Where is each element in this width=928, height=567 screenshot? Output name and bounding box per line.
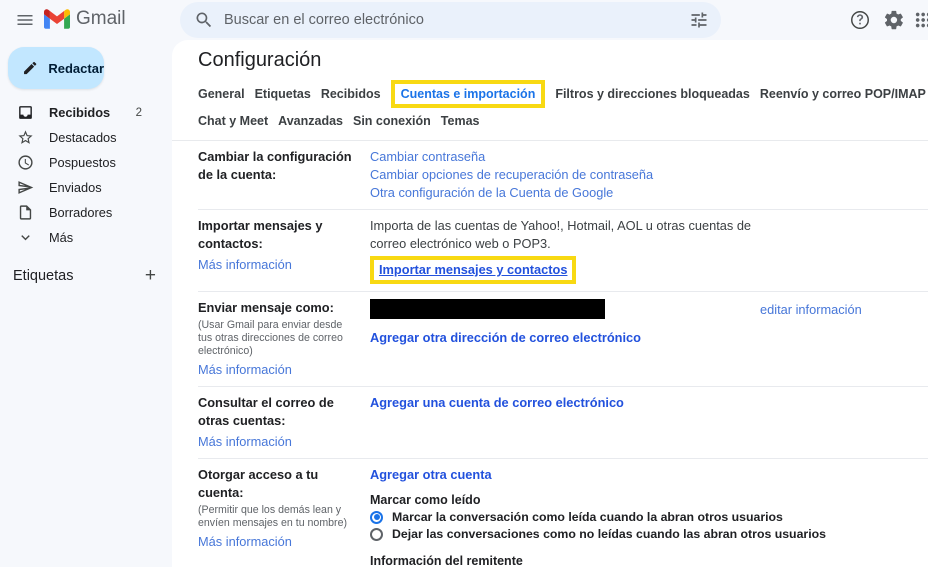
- radio-label: Marcar la conversación como leída cuando…: [392, 510, 783, 524]
- more-info-link[interactable]: Más información: [198, 361, 292, 379]
- add-label-button[interactable]: +: [145, 267, 156, 285]
- annotation-highlight-box: Importar mensajes y contactos: [370, 256, 576, 284]
- inbox-icon: [17, 104, 34, 121]
- section-check-mail: Consultar el correo de otras cuentas: Má…: [198, 387, 928, 459]
- section-grant-access: Otorgar acceso a tu cuenta: (Permitir qu…: [198, 459, 928, 567]
- section-note: (Usar Gmail para enviar desde tus otras …: [198, 319, 356, 358]
- sidebar-item-label: Enviados: [49, 180, 102, 195]
- sidebar-item-mas[interactable]: Más: [0, 225, 168, 250]
- sidebar: Redactar Recibidos 2 Destacados Pospuest…: [0, 40, 172, 567]
- sidebar-item-label: Recibidos: [49, 105, 110, 120]
- search-input[interactable]: [224, 12, 689, 28]
- section-label: Cambiar la configuración de la cuenta:: [198, 148, 356, 184]
- import-description: Importa de las cuentas de Yahoo!, Hotmai…: [370, 217, 760, 253]
- labels-heading: Etiquetas: [13, 268, 73, 284]
- pencil-icon: [22, 59, 38, 77]
- redacted-email-bar: [370, 299, 605, 319]
- add-another-account-link[interactable]: Agregar otra cuenta: [370, 466, 492, 483]
- gmail-logo: [44, 9, 70, 29]
- import-messages-link[interactable]: Importar mensajes y contactos: [379, 261, 567, 278]
- google-account-settings-link[interactable]: Otra configuración de la Cuenta de Googl…: [370, 184, 613, 202]
- app-title: Gmail: [76, 8, 126, 30]
- settings-main: Configuración General Etiquetas Recibido…: [172, 40, 928, 567]
- settings-tabs-row-2: Chat y Meet Avanzadas Sin conexión Temas: [198, 113, 928, 129]
- sender-info-heading: Información del remitente: [370, 553, 760, 567]
- more-info-link[interactable]: Más información: [198, 533, 292, 551]
- section-account-settings: Cambiar la configuración de la cuenta: C…: [198, 141, 928, 210]
- tab-reenvio-pop-imap[interactable]: Reenvío y correo POP/IMAP: [760, 87, 926, 101]
- topbar: Gmail: [0, 0, 928, 40]
- unread-count: 2: [136, 107, 142, 119]
- tab-avanzadas[interactable]: Avanzadas: [278, 114, 343, 128]
- tab-sin-conexion[interactable]: Sin conexión: [353, 114, 431, 128]
- labels-section-header: Etiquetas +: [0, 262, 168, 290]
- tab-recibidos[interactable]: Recibidos: [321, 87, 381, 101]
- radio-option: Dejar las conversaciones como no leídas …: [370, 526, 760, 542]
- sidebar-item-destacados[interactable]: Destacados: [0, 125, 168, 150]
- section-send-mail-as: Enviar mensaje como: (Usar Gmail para en…: [198, 292, 928, 387]
- compose-button[interactable]: Redactar: [8, 47, 104, 89]
- section-import: Importar mensajes y contactos: Más infor…: [198, 210, 928, 292]
- clock-icon: [17, 154, 34, 171]
- sidebar-item-label: Más: [49, 230, 73, 245]
- settings-tabs-row-1: General Etiquetas Recibidos Cuentas e im…: [198, 86, 928, 102]
- sidebar-item-borradores[interactable]: Borradores: [0, 200, 168, 225]
- search-icon[interactable]: [194, 10, 214, 30]
- tab-filtros[interactable]: Filtros y direcciones bloqueadas: [555, 87, 750, 101]
- sidebar-nav: Recibidos 2 Destacados Pospuestos Enviad…: [0, 100, 168, 250]
- draft-icon: [17, 204, 34, 221]
- sidebar-item-label: Destacados: [49, 130, 117, 145]
- more-info-link[interactable]: Más información: [198, 433, 292, 451]
- add-email-address-link[interactable]: Agregar otra dirección de correo electró…: [370, 329, 641, 346]
- apps-grid-icon[interactable]: [914, 9, 928, 31]
- add-mail-account-link[interactable]: Agregar una cuenta de correo electrónico: [370, 394, 624, 411]
- hamburger-menu-icon[interactable]: [13, 8, 37, 32]
- section-note: (Permitir que los demás lean y envíen me…: [198, 504, 356, 530]
- gear-icon[interactable]: [883, 9, 905, 31]
- search-bar[interactable]: [180, 2, 721, 38]
- tab-etiquetas[interactable]: Etiquetas: [255, 87, 311, 101]
- change-password-link[interactable]: Cambiar contraseña: [370, 148, 485, 166]
- sidebar-item-recibidos[interactable]: Recibidos 2: [0, 100, 168, 125]
- section-label: Consultar el correo de otras cuentas:: [198, 394, 356, 430]
- section-label: Importar mensajes y contactos:: [198, 217, 356, 253]
- tab-chat-y-meet[interactable]: Chat y Meet: [198, 114, 268, 128]
- star-icon: [17, 129, 34, 146]
- tab-general[interactable]: General: [198, 87, 245, 101]
- tab-temas[interactable]: Temas: [441, 114, 480, 128]
- radio-button[interactable]: [370, 511, 383, 524]
- tab-cuentas-e-importacion[interactable]: Cuentas e importación: [391, 80, 546, 108]
- recovery-options-link[interactable]: Cambiar opciones de recuperación de cont…: [370, 166, 653, 184]
- more-info-link[interactable]: Más información: [198, 256, 292, 274]
- page-title: Configuración: [198, 48, 928, 72]
- sidebar-item-label: Borradores: [49, 205, 112, 220]
- radio-button[interactable]: [370, 528, 383, 541]
- compose-label: Redactar: [48, 61, 104, 76]
- sidebar-item-pospuestos[interactable]: Pospuestos: [0, 150, 168, 175]
- sidebar-item-label: Pospuestos: [49, 155, 116, 170]
- section-label: Enviar mensaje como:: [198, 299, 356, 317]
- chevron-down-icon: [17, 229, 34, 246]
- sidebar-item-enviados[interactable]: Enviados: [0, 175, 168, 200]
- tune-icon[interactable]: [689, 10, 709, 30]
- section-label: Otorgar acceso a tu cuenta:: [198, 466, 356, 502]
- radio-option: Marcar la conversación como leída cuando…: [370, 509, 760, 525]
- mark-as-read-heading: Marcar como leído: [370, 492, 760, 508]
- help-icon[interactable]: [849, 9, 871, 31]
- send-icon: [17, 179, 34, 196]
- edit-info-link[interactable]: editar información: [760, 301, 862, 319]
